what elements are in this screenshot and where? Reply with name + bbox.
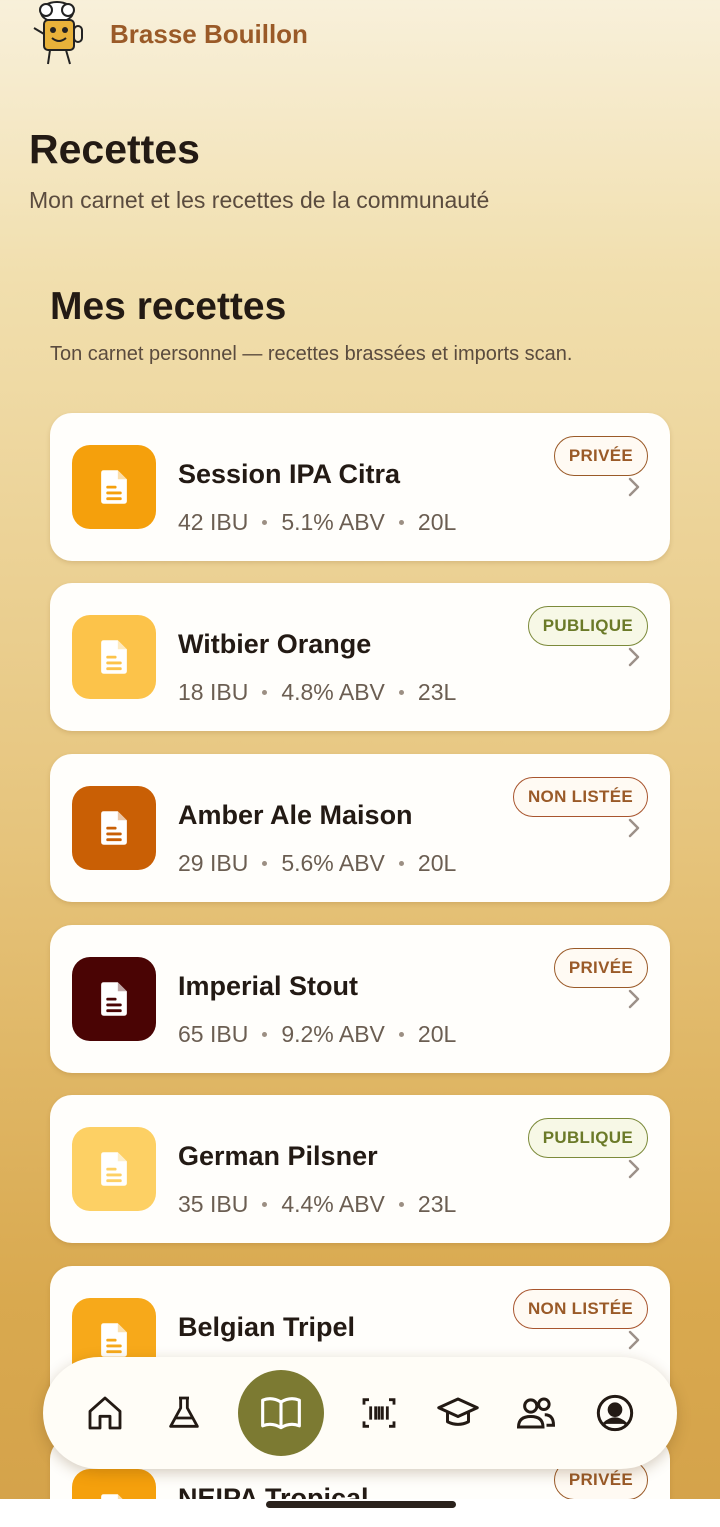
recipe-name: Belgian Tripel	[178, 1312, 356, 1342]
nav-home[interactable]	[81, 1389, 129, 1437]
brand-logo	[33, 1, 83, 65]
recipe-name: German Pilsner	[178, 1141, 378, 1171]
document-icon	[101, 640, 127, 674]
meta-separator	[262, 1202, 268, 1207]
meta-separator	[398, 1032, 404, 1037]
book-icon	[261, 1397, 302, 1430]
recipe-ibu: 65 IBU	[178, 1021, 249, 1047]
recipe-abv: 4.4% ABV	[281, 1191, 385, 1217]
chevron-right-icon	[628, 647, 640, 667]
home-icon	[88, 1396, 122, 1430]
recipe-stats: 35 IBU 4.4% ABV 23L	[178, 1191, 456, 1218]
nav-recipes[interactable]	[238, 1370, 325, 1456]
chevron-right-icon	[628, 989, 640, 1009]
meta-separator	[262, 520, 268, 525]
recipe-card[interactable]: Imperial Stout 65 IBU 9.2% ABV 20L PRIVÉE	[50, 925, 670, 1073]
document-icon	[101, 811, 127, 845]
chevron-right-icon	[628, 477, 640, 497]
graduation-cap-icon	[436, 1397, 479, 1426]
recipe-card[interactable]: German Pilsner 35 IBU 4.4% ABV 23L PUBLIQUE	[50, 1095, 670, 1243]
recipe-stats: 18 IBU 4.8% ABV 23L	[178, 679, 456, 706]
profile-icon	[596, 1394, 634, 1432]
community-icon	[517, 1397, 556, 1429]
bottom-nav	[43, 1357, 677, 1469]
meta-separator	[398, 861, 404, 866]
visibility-badge: PRIVÉE	[553, 948, 648, 988]
home-indicator	[266, 1501, 456, 1508]
page-title: Recettes	[29, 126, 200, 172]
recipe-stats: 65 IBU 9.2% ABV 20L	[178, 1021, 456, 1048]
chevron-right-icon	[628, 1330, 640, 1350]
recipe-card[interactable]: Session IPA Citra 42 IBU 5.1% ABV 20L PRIVÉE	[50, 413, 670, 561]
nav-community[interactable]	[512, 1389, 560, 1437]
visibility-badge: PUBLIQUE	[527, 1118, 648, 1158]
nav-scan[interactable]	[355, 1389, 403, 1437]
document-icon	[101, 982, 127, 1016]
recipe-volume: 20L	[417, 509, 457, 535]
meta-separator	[262, 1032, 268, 1037]
recipe-ibu: 42 IBU	[178, 509, 249, 535]
recipe-volume: 23L	[417, 679, 457, 705]
recipe-ibu: 18 IBU	[178, 679, 249, 705]
recipe-volume: 20L	[417, 850, 457, 876]
document-icon	[101, 1152, 127, 1186]
recipe-name: Amber Ale Maison	[178, 800, 413, 830]
recipe-abv: 4.8% ABV	[281, 679, 385, 705]
meta-separator	[398, 520, 404, 525]
section-title: Mes recettes	[50, 285, 287, 328]
recipe-stats: 42 IBU 5.1% ABV 20L	[178, 509, 456, 536]
chevron-right-icon	[628, 818, 640, 838]
visibility-badge: NON LISTÉE	[512, 1289, 648, 1329]
brand-name: Brasse Bouillon	[110, 18, 308, 49]
nav-lab[interactable]	[160, 1389, 208, 1437]
recipe-thumbnail	[72, 615, 156, 699]
recipe-name: Witbier Orange	[178, 629, 372, 659]
meta-separator	[398, 690, 404, 695]
page-subtitle: Mon carnet et les recettes de la communa…	[29, 187, 490, 213]
recipe-thumbnail	[72, 1127, 156, 1211]
visibility-badge: PUBLIQUE	[527, 606, 648, 646]
recipe-name: Imperial Stout	[178, 971, 359, 1001]
recipe-thumbnail	[72, 445, 156, 529]
meta-separator	[398, 1202, 404, 1207]
meta-separator	[262, 861, 268, 866]
barcode-scan-icon	[362, 1398, 396, 1428]
recipe-card[interactable]: Amber Ale Maison 29 IBU 5.6% ABV 20L NON LIS…	[50, 754, 670, 902]
recipe-abv: 9.2% ABV	[281, 1021, 385, 1047]
document-icon	[101, 1323, 127, 1357]
visibility-badge: PRIVÉE	[553, 436, 648, 476]
chevron-right-icon	[628, 1159, 640, 1179]
recipe-abv: 5.1% ABV	[281, 509, 385, 535]
recipe-volume: 20L	[417, 1021, 457, 1047]
recipe-ibu: 29 IBU	[178, 850, 249, 876]
document-icon	[101, 470, 127, 504]
visibility-badge: NON LISTÉE	[512, 777, 648, 817]
recipe-thumbnail	[72, 957, 156, 1041]
recipe-abv: 5.6% ABV	[281, 850, 385, 876]
nav-learn[interactable]	[434, 1389, 482, 1437]
recipe-name: Session IPA Citra	[178, 459, 401, 489]
recipe-card[interactable]: Witbier Orange 18 IBU 4.8% ABV 23L PUBLIQUE	[50, 583, 670, 731]
recipe-stats: 29 IBU 5.6% ABV 20L	[178, 850, 456, 877]
recipe-thumbnail	[72, 786, 156, 870]
nav-profile[interactable]	[591, 1389, 639, 1437]
section-subtitle: Ton carnet personnel — recettes brassées…	[50, 343, 573, 365]
recipe-volume: 23L	[417, 1191, 457, 1217]
recipe-ibu: 35 IBU	[178, 1191, 249, 1217]
meta-separator	[262, 690, 268, 695]
app-header: Brasse Bouillon	[30, 0, 308, 68]
flask-icon	[168, 1396, 199, 1428]
